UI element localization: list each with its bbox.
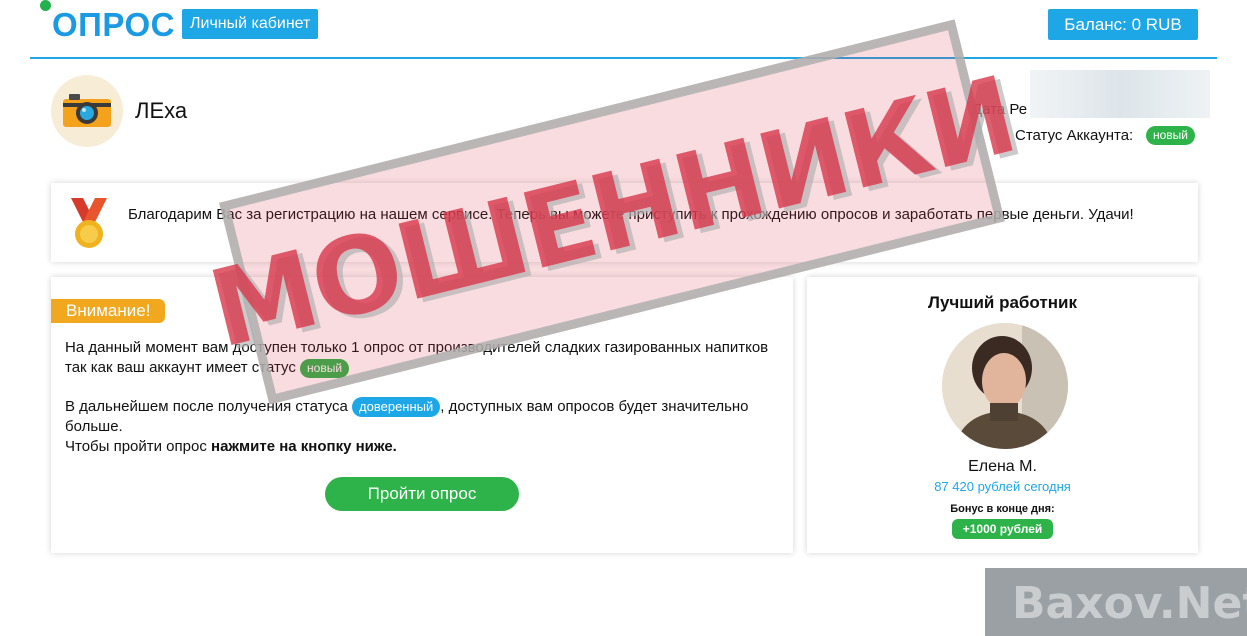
attention-label: Внимание! [51,299,166,323]
bonus-label: Бонус в конце дня: [950,503,1055,515]
notice-text-3b: нажмите на кнопку ниже. [211,438,397,455]
worker-name: Елена М. [968,458,1037,475]
best-worker-title: Лучший работник [928,293,1077,312]
notice-paragraph-2: В дальнейшем после получения статуса дов… [65,397,785,457]
account-status-label: Статус Аккаунта: [1015,127,1134,144]
account-status-badge: новый [1146,126,1196,145]
watermark-text: Baxov.Net [1012,578,1247,629]
start-survey-button[interactable]: Пройти опрос [325,477,519,511]
logo[interactable]: ОПРОС [52,6,175,44]
blurred-registration-date [1030,70,1210,118]
bonus-badge: +1000 рублей [952,519,1053,539]
worker-photo [942,323,1068,449]
status-trusted-badge: доверенный [352,397,441,417]
worker-earnings: 87 420 рублей сегодня [934,479,1071,494]
camera-icon [63,94,111,127]
top-bar: ОПРОС Личный кабинет Баланс: 0 RUB [0,0,1247,59]
worker-portrait-image [942,323,1068,449]
personal-cabinet-button[interactable]: Личный кабинет [182,9,319,39]
logo-dot [40,0,51,11]
notice-text-3a: Чтобы пройти опрос [65,438,207,455]
avatar [51,75,123,147]
username: ЛЕха [135,98,188,123]
notice-text-2a: В дальнейшем после получения статуса [65,398,348,415]
balance-button[interactable]: Баланс: 0 RUB [1048,9,1198,40]
medal-icon [71,198,107,248]
header-divider [30,57,1217,59]
best-worker-card: Лучший работник Елена М. 87 420 рублей с… [807,277,1198,553]
